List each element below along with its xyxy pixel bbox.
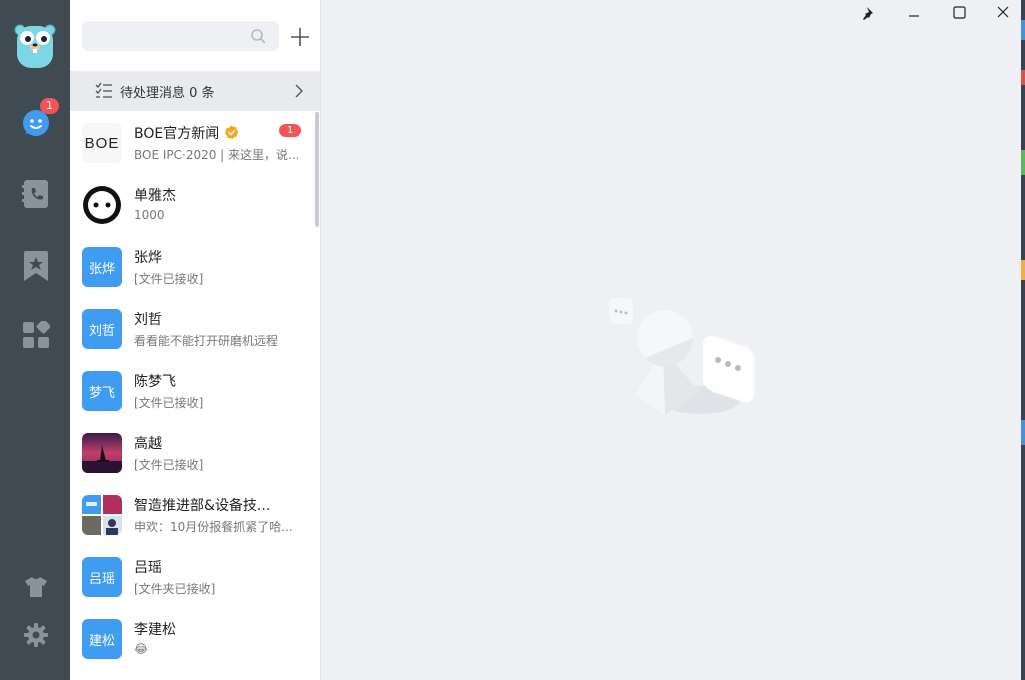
conversation-preview: [文件已接收] bbox=[134, 272, 204, 286]
contact-avatar: 梦飞 bbox=[82, 371, 122, 411]
conversation-preview: 1000 bbox=[134, 208, 165, 222]
add-button[interactable] bbox=[288, 25, 312, 49]
contact-avatar: 刘哲 bbox=[82, 309, 122, 349]
contact-avatar: 建松 bbox=[82, 619, 122, 659]
close-icon[interactable] bbox=[993, 5, 1013, 21]
desktop-edge-strip bbox=[1021, 0, 1025, 680]
conversation-preview: [文件夹已接收] bbox=[134, 582, 216, 596]
conversation-preview: [文件已接收] bbox=[134, 458, 204, 472]
contact-avatar: 张烨 bbox=[82, 247, 122, 287]
pending-messages-bar[interactable]: 待处理消息 0 条 bbox=[70, 71, 320, 111]
checklist-icon bbox=[95, 82, 112, 98]
maximize-icon[interactable] bbox=[949, 5, 969, 21]
empty-chat-illustration bbox=[609, 298, 755, 415]
conversation-list-scrollbar[interactable] bbox=[315, 112, 319, 227]
contact-avatar bbox=[82, 185, 122, 225]
conversation-panel: 待处理消息 0 条 BOE BOE官方新闻 1 BOE IPC·2020 | 来… bbox=[70, 0, 321, 680]
nav-contacts-button[interactable] bbox=[20, 178, 52, 210]
bookmark-star-icon bbox=[24, 251, 48, 281]
conversation-name: 李建松 bbox=[134, 622, 176, 638]
boe-logo-avatar: BOE bbox=[82, 123, 122, 163]
conversation-name: 刘哲 bbox=[134, 312, 162, 328]
conversation-item[interactable]: 张烨 张烨 [文件已接收] bbox=[70, 235, 315, 297]
search-icon[interactable] bbox=[250, 28, 266, 44]
conversation-name: 张烨 bbox=[134, 250, 162, 266]
conversation-item[interactable]: BOE BOE官方新闻 1 BOE IPC·2020 | 来这里，说... bbox=[70, 111, 315, 173]
conversation-item[interactable]: 建松 李建松 😂 bbox=[70, 607, 315, 669]
apps-grid-icon bbox=[23, 321, 50, 348]
nav-rail: 1 bbox=[0, 0, 70, 680]
conversation-preview: 看看能不能打开研磨机远程 bbox=[134, 334, 279, 348]
nav-skin-button[interactable] bbox=[20, 571, 52, 603]
contact-photo-avatar bbox=[82, 433, 122, 473]
sunset-sailboat-photo bbox=[82, 433, 122, 473]
conversation-preview: 申欢：10月份报餐抓紧了哈... bbox=[134, 520, 293, 534]
gear-icon bbox=[24, 623, 48, 647]
nav-favorites-button[interactable] bbox=[20, 250, 52, 282]
chat-main-area bbox=[321, 0, 1025, 680]
conversation-item[interactable]: 梦飞 陈梦飞 [文件已接收] bbox=[70, 359, 315, 421]
user-avatar[interactable] bbox=[13, 20, 57, 68]
power-socket-avatar-icon bbox=[83, 186, 121, 224]
tshirt-skin-icon bbox=[25, 577, 47, 597]
pin-icon[interactable] bbox=[860, 5, 880, 21]
conversation-name: 高越 bbox=[134, 436, 162, 452]
verified-badge-icon bbox=[225, 125, 239, 139]
gopher-avatar-icon bbox=[14, 24, 56, 68]
nav-settings-button[interactable] bbox=[20, 619, 52, 651]
conversation-item[interactable]: 吕瑶 吕瑶 [文件夹已接收] bbox=[70, 545, 315, 607]
conversation-item[interactable]: 智造推进部&设备技... 申欢：10月份报餐抓紧了哈... bbox=[70, 483, 315, 545]
conversation-preview: BOE IPC·2020 | 来这里，说... bbox=[134, 148, 300, 162]
unread-count-badge: 1 bbox=[279, 124, 301, 137]
conversation-name: BOE官方新闻 bbox=[134, 126, 220, 142]
chevron-right-icon bbox=[295, 84, 303, 98]
conversation-preview: 😂 bbox=[134, 642, 149, 656]
conversation-name: 陈梦飞 bbox=[134, 374, 176, 390]
phone-contacts-icon bbox=[22, 180, 48, 208]
minimize-icon[interactable] bbox=[904, 5, 924, 21]
conversation-item[interactable]: 单雅杰 1000 bbox=[70, 173, 315, 235]
nav-apps-button[interactable] bbox=[20, 319, 52, 351]
chat-unread-badge: 1 bbox=[40, 98, 59, 114]
conversation-item[interactable]: 刘哲 刘哲 看看能不能打开研磨机远程 bbox=[70, 297, 315, 359]
conversation-name: 吕瑶 bbox=[134, 560, 162, 576]
conversation-name: 智造推进部&设备技... bbox=[134, 498, 271, 514]
conversation-list: BOE BOE官方新闻 1 BOE IPC·2020 | 来这里，说... 单雅… bbox=[70, 111, 320, 680]
contact-avatar: 吕瑶 bbox=[82, 557, 122, 597]
conversation-item[interactable]: 高越 [文件已接收] bbox=[70, 421, 315, 483]
pending-messages-label: 待处理消息 0 条 bbox=[120, 86, 215, 101]
conversation-name: 单雅杰 bbox=[134, 188, 176, 204]
conversation-preview: [文件已接收] bbox=[134, 396, 204, 410]
group-mosaic-icon bbox=[82, 495, 122, 535]
group-avatar bbox=[82, 495, 122, 535]
